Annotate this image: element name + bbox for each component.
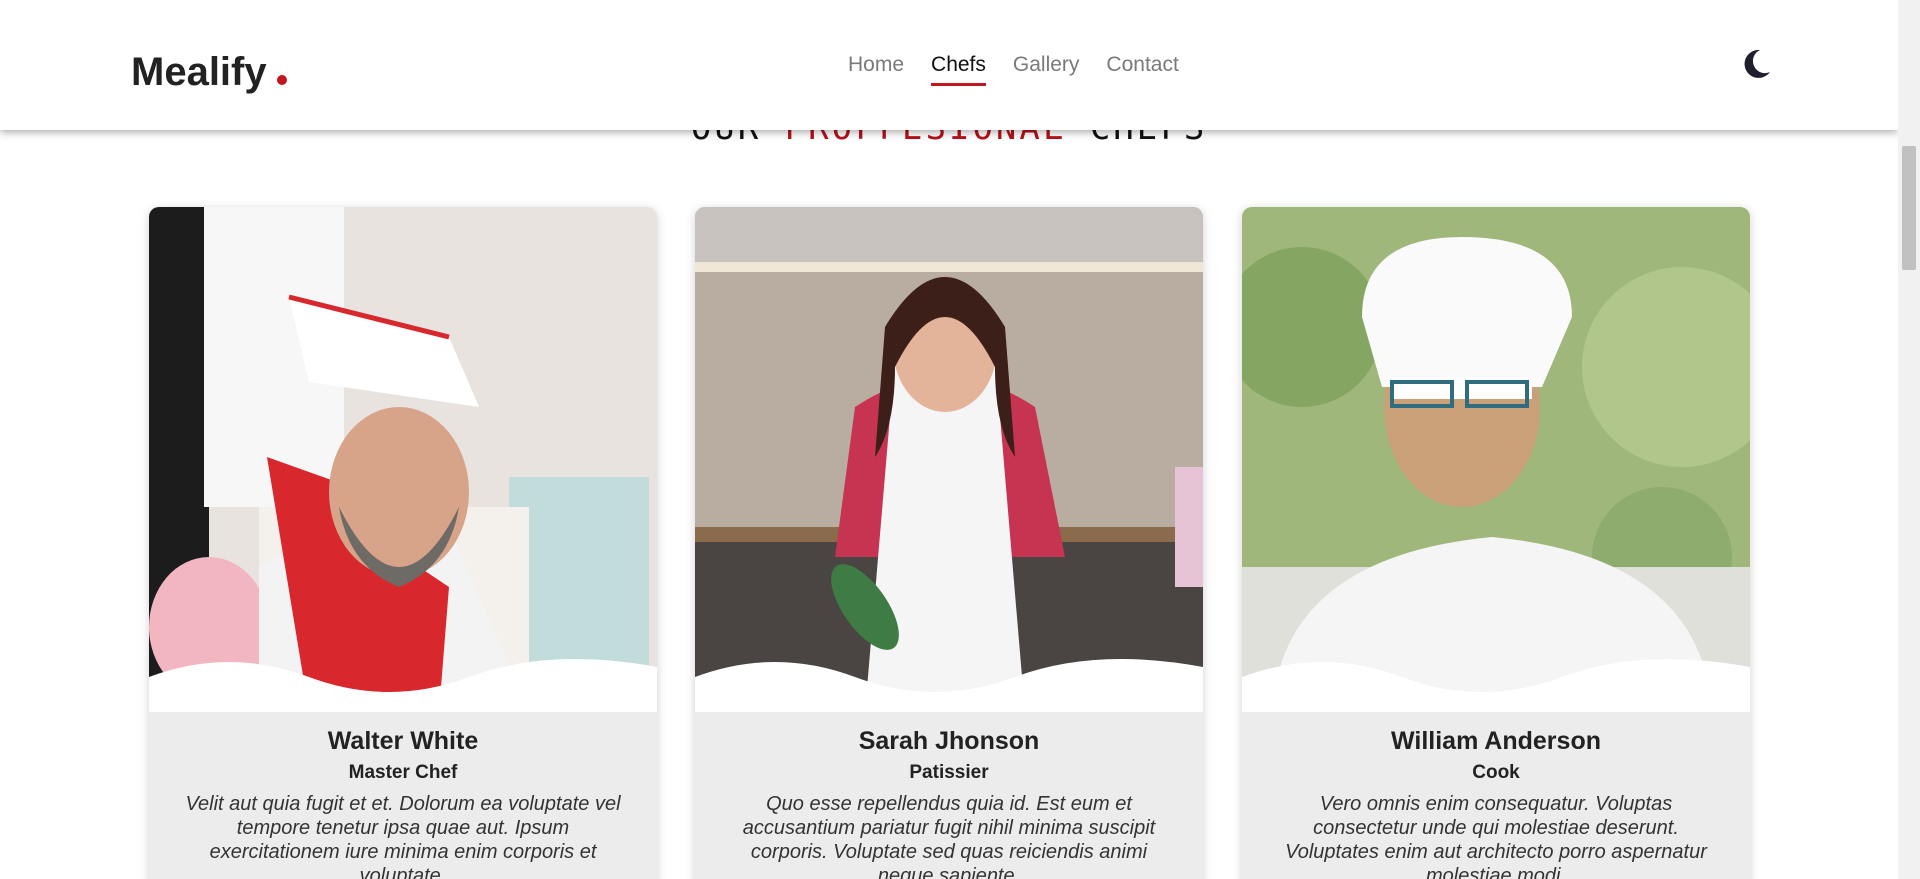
nav-home[interactable]: Home <box>848 53 904 86</box>
chef-info: William Anderson Cook Vero omnis enim co… <box>1242 719 1750 879</box>
scrollbar-thumb[interactable] <box>1902 146 1916 270</box>
chef-name: William Anderson <box>1391 727 1601 755</box>
moon-icon[interactable] <box>1740 48 1772 80</box>
logo-dot <box>276 75 287 85</box>
chef-card: Walter White Master Chef Velit aut quia … <box>149 207 657 879</box>
chef-info: Sarah Jhonson Patissier Quo esse repelle… <box>695 719 1203 879</box>
nav-gallery[interactable]: Gallery <box>1013 53 1080 86</box>
chef-card: Sarah Jhonson Patissier Quo esse repelle… <box>695 207 1203 879</box>
page: OUR PROFFESIONAL CHEFS Walter White Mast… <box>0 0 1898 879</box>
chef-photo-sarah <box>695 207 1203 712</box>
chef-role: Cook <box>1472 762 1520 783</box>
chef-role: Patissier <box>909 762 989 783</box>
chef-photo-walter <box>149 207 657 712</box>
chef-card: William Anderson Cook Vero omnis enim co… <box>1242 207 1750 879</box>
chef-info: Walter White Master Chef Velit aut quia … <box>149 719 657 879</box>
chef-name: Sarah Jhonson <box>858 727 1040 755</box>
main-nav: Home Chefs Gallery Contact <box>848 53 1179 86</box>
chef-description: Velit aut quia fugit et et. Dolorum ea v… <box>185 793 621 879</box>
chef-role: Master Chef <box>348 762 458 783</box>
nav-contact[interactable]: Contact <box>1106 53 1178 86</box>
chef-photo-william <box>1242 207 1750 712</box>
chef-description: Quo esse repellendus quia id. Est eum et… <box>742 793 1156 879</box>
scrollbar[interactable] <box>1898 0 1920 879</box>
nav-chefs[interactable]: Chefs <box>931 53 986 86</box>
chef-name: Walter White <box>327 727 479 755</box>
brand-name: Mealify <box>131 50 267 94</box>
chef-description: Vero omnis enim consequatur. Voluptas co… <box>1285 793 1707 879</box>
site-logo[interactable]: Mealify <box>131 50 287 95</box>
site-header: Mealify Home Chefs Gallery Contact <box>0 0 1898 130</box>
